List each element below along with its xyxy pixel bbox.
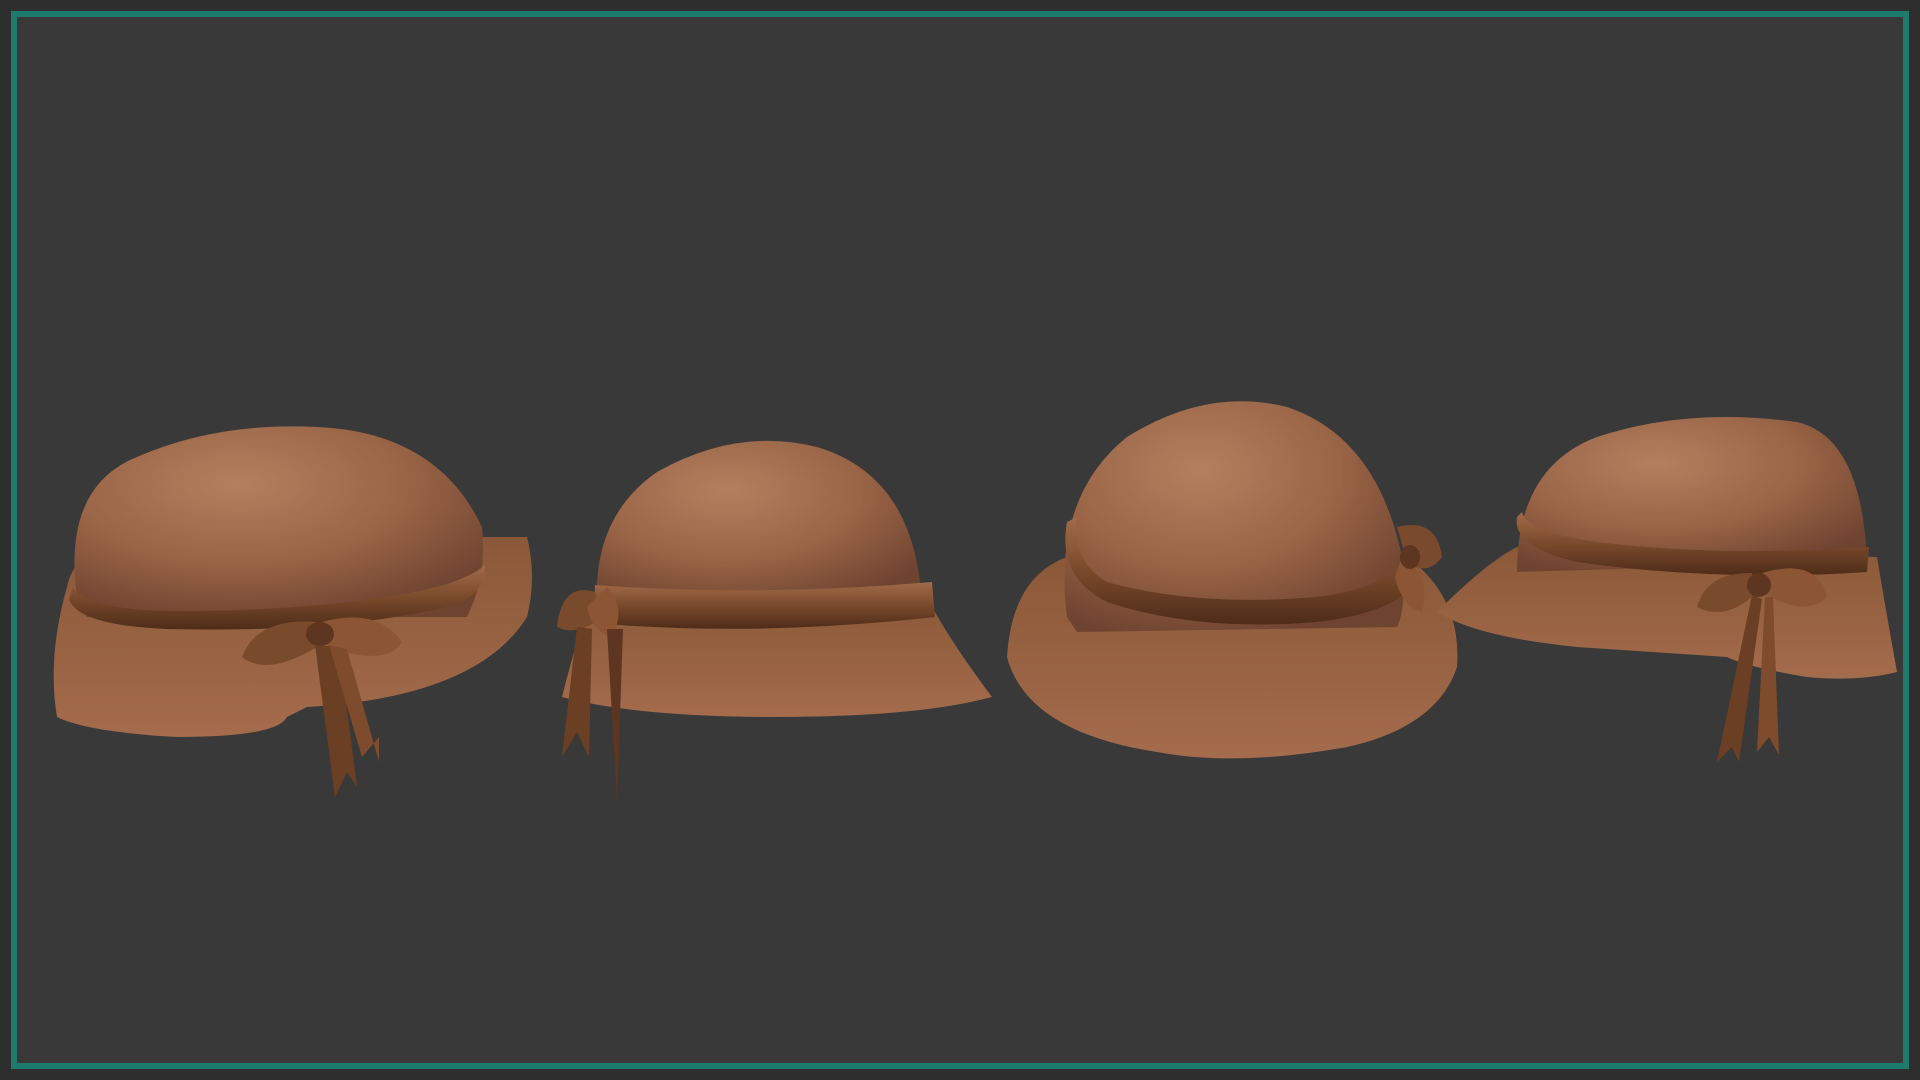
hat-three-quarter-view [1007,401,1458,759]
hat-render-scene [53,401,1897,802]
hat-back-view [557,440,992,802]
hat-crown [74,426,483,617]
render-viewport [11,11,1909,1069]
hat-side-left-view [53,426,533,797]
hat-side-right-view [1437,417,1897,762]
outer-frame [0,0,1920,1080]
hat-crown [596,440,922,607]
